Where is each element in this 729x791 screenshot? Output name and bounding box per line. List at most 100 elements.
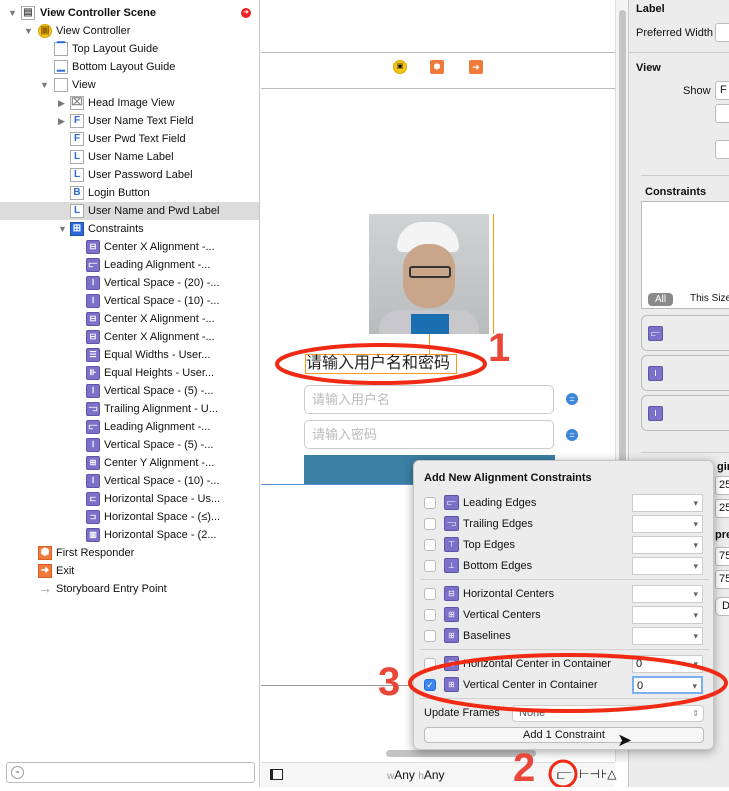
constraint-card[interactable]: ⫍ xyxy=(641,315,729,351)
constraint-item[interactable]: ⊐ Horizontal Space - (≤)... xyxy=(0,508,259,526)
user-name-and-pwd-label[interactable]: 请输入用户名和密码 xyxy=(305,354,457,374)
outline-item[interactable]: ▼ ⊞ Constraints xyxy=(0,220,259,238)
disclosure-triangle-icon[interactable]: ▼ xyxy=(8,4,17,22)
outline-item[interactable]: ▼ View xyxy=(0,76,259,94)
head-image-view[interactable] xyxy=(369,214,489,334)
image-view-icon: ⌧ xyxy=(70,96,84,110)
alignment-checkbox[interactable] xyxy=(424,539,436,551)
alignment-checkbox[interactable] xyxy=(424,560,436,572)
alignment-constant-combo[interactable] xyxy=(632,557,703,575)
warning-arrow-icon[interactable]: ➜ xyxy=(241,8,251,18)
align-button[interactable]: ⫍ xyxy=(557,766,572,783)
constraint-card[interactable]: Ⅰ xyxy=(641,395,729,431)
outline-item-label: Storyboard Entry Point xyxy=(56,583,167,595)
constraint-card[interactable]: Ⅰ xyxy=(641,355,729,391)
outline-item[interactable]: B Login Button xyxy=(0,184,259,202)
hugging-vertical-field[interactable]: 25 xyxy=(715,499,729,518)
constraint-icon: ⊐ xyxy=(86,510,100,524)
outline-item[interactable]: L User Password Label xyxy=(0,166,259,184)
alignment-checkbox[interactable] xyxy=(424,630,436,642)
alignment-checkbox[interactable] xyxy=(424,588,436,600)
outline-item-label: View Controller xyxy=(56,25,131,37)
constraint-item[interactable]: ⊞ Center Y Alignment -... xyxy=(0,454,259,472)
constraint-item[interactable]: Ⅰ Vertical Space - (20) -... xyxy=(0,274,259,292)
view-icon xyxy=(54,78,68,92)
alignment-option-row: ⊞ Vertical Centers xyxy=(424,606,709,624)
outline-item[interactable]: L User Name and Pwd Label xyxy=(0,202,259,220)
password-text-field[interactable]: 请输入密码 xyxy=(304,420,554,449)
x-field[interactable] xyxy=(715,104,729,123)
add-constraint-button[interactable]: Add 1 Constraint xyxy=(424,727,704,743)
outline-item[interactable]: L User Name Label xyxy=(0,148,259,166)
pin-button[interactable]: ⊢⊣ xyxy=(579,767,600,781)
alignment-constant-combo[interactable]: 0 xyxy=(632,676,703,694)
outline-item[interactable]: F User Pwd Text Field xyxy=(0,130,259,148)
outline-filter-input[interactable]: ◓ xyxy=(6,762,255,783)
outline-item[interactable]: ▁ Bottom Layout Guide xyxy=(0,58,259,76)
constraint-item[interactable]: ⊟ Center X Alignment -... xyxy=(0,310,259,328)
constraint-item[interactable]: Ⅰ Vertical Space - (10) -... xyxy=(0,292,259,310)
outline-item[interactable]: ▼ ▣ View Controller xyxy=(0,22,259,40)
alignment-checkbox[interactable] xyxy=(424,658,436,670)
constraint-label: Equal Widths - User... xyxy=(104,349,211,361)
constraint-item[interactable]: ⫎ Trailing Alignment - U... xyxy=(0,400,259,418)
outline-item[interactable]: ▔ Top Layout Guide xyxy=(0,40,259,58)
username-text-field[interactable]: 请输入用户名 xyxy=(304,385,554,414)
resolve-issues-button[interactable]: ⊦△ xyxy=(601,767,616,781)
alignment-checkbox[interactable] xyxy=(424,518,436,530)
update-frames-select[interactable]: None ⇕ xyxy=(512,705,704,722)
alignment-constant-combo[interactable] xyxy=(632,606,703,624)
constraint-item[interactable]: ☰ Equal Widths - User... xyxy=(0,346,259,364)
constraint-item[interactable]: ⫍ Leading Alignment -... xyxy=(0,418,259,436)
outline-item[interactable]: ➜ Exit xyxy=(0,562,259,580)
constraint-item[interactable]: ⊟ Center X Alignment -... xyxy=(0,328,259,346)
alignment-constant-combo[interactable] xyxy=(632,585,703,603)
constraint-item[interactable]: Ⅰ Vertical Space - (10) -... xyxy=(0,472,259,490)
constraint-item[interactable]: ⊟ Center X Alignment -... xyxy=(0,238,259,256)
size-class-selector[interactable]: wAny hAny xyxy=(387,768,445,782)
outline-item-icon: L xyxy=(70,204,84,218)
constraints-size-class-list[interactable]: All This Size xyxy=(641,201,729,309)
compression-vertical-field[interactable]: 75 xyxy=(715,570,729,589)
alignment-checkbox[interactable]: ✓ xyxy=(424,679,436,691)
alignment-checkbox[interactable] xyxy=(424,609,436,621)
preferred-width-field[interactable] xyxy=(715,23,729,42)
disclosure-triangle-icon[interactable]: ▼ xyxy=(24,22,33,40)
constraint-item[interactable]: ⊏ Horizontal Space - Us... xyxy=(0,490,259,508)
show-dropdown[interactable]: F xyxy=(715,81,729,100)
alignment-checkbox[interactable] xyxy=(424,497,436,509)
constraint-item[interactable]: ⫍ Leading Alignment -... xyxy=(0,256,259,274)
this-size-button[interactable]: This Size xyxy=(690,293,729,304)
equal-constraint-icon[interactable]: = xyxy=(566,429,578,441)
alignment-constraints-popover: Add New Alignment Constraints ⫍ Leading E… xyxy=(413,460,714,750)
alignment-constant-combo[interactable] xyxy=(632,494,703,512)
alignment-constant-combo[interactable]: 0 xyxy=(632,655,703,673)
toggle-outline-icon[interactable] xyxy=(270,769,283,780)
constraint-label: Leading Alignment -... xyxy=(104,421,211,433)
constraint-item[interactable]: Ⅰ Vertical Space - (5) -... xyxy=(0,436,259,454)
alignment-constant-combo[interactable] xyxy=(632,627,703,645)
outline-item[interactable]: ▶ F User Name Text Field xyxy=(0,112,259,130)
first-responder-icon[interactable]: ⬢ xyxy=(430,60,444,74)
intrinsic-size-dropdown[interactable]: D xyxy=(715,597,729,616)
disclosure-triangle-icon[interactable]: ▶ xyxy=(58,94,65,112)
all-button[interactable]: All xyxy=(648,293,674,306)
compression-horizontal-field[interactable]: 75 xyxy=(715,547,729,566)
constraint-item[interactable]: ▥ Horizontal Space - (2... xyxy=(0,526,259,544)
outline-item[interactable]: ⬢ First Responder xyxy=(0,544,259,562)
constraint-item[interactable]: ⊪ Equal Heights - User... xyxy=(0,364,259,382)
hugging-horizontal-field[interactable]: 25 xyxy=(715,476,729,495)
disclosure-triangle-icon[interactable]: ▼ xyxy=(40,76,49,94)
disclosure-triangle-icon[interactable]: ▼ xyxy=(58,220,67,238)
outline-item[interactable]: → Storyboard Entry Point xyxy=(0,580,259,598)
width-field[interactable] xyxy=(715,140,729,159)
exit-icon[interactable]: ➜ xyxy=(469,60,483,74)
constraint-item[interactable]: Ⅰ Vertical Space - (5) -... xyxy=(0,382,259,400)
view-controller-icon[interactable]: ▣ xyxy=(393,60,407,74)
alignment-constant-combo[interactable] xyxy=(632,536,703,554)
alignment-constant-combo[interactable] xyxy=(632,515,703,533)
outline-item[interactable]: ▶ ⌧ Head Image View xyxy=(0,94,259,112)
disclosure-triangle-icon[interactable]: ▶ xyxy=(58,112,65,130)
equal-constraint-icon[interactable]: = xyxy=(566,393,578,405)
outline-scene[interactable]: ▼ ▤ View Controller Scene ➜ xyxy=(0,4,259,22)
